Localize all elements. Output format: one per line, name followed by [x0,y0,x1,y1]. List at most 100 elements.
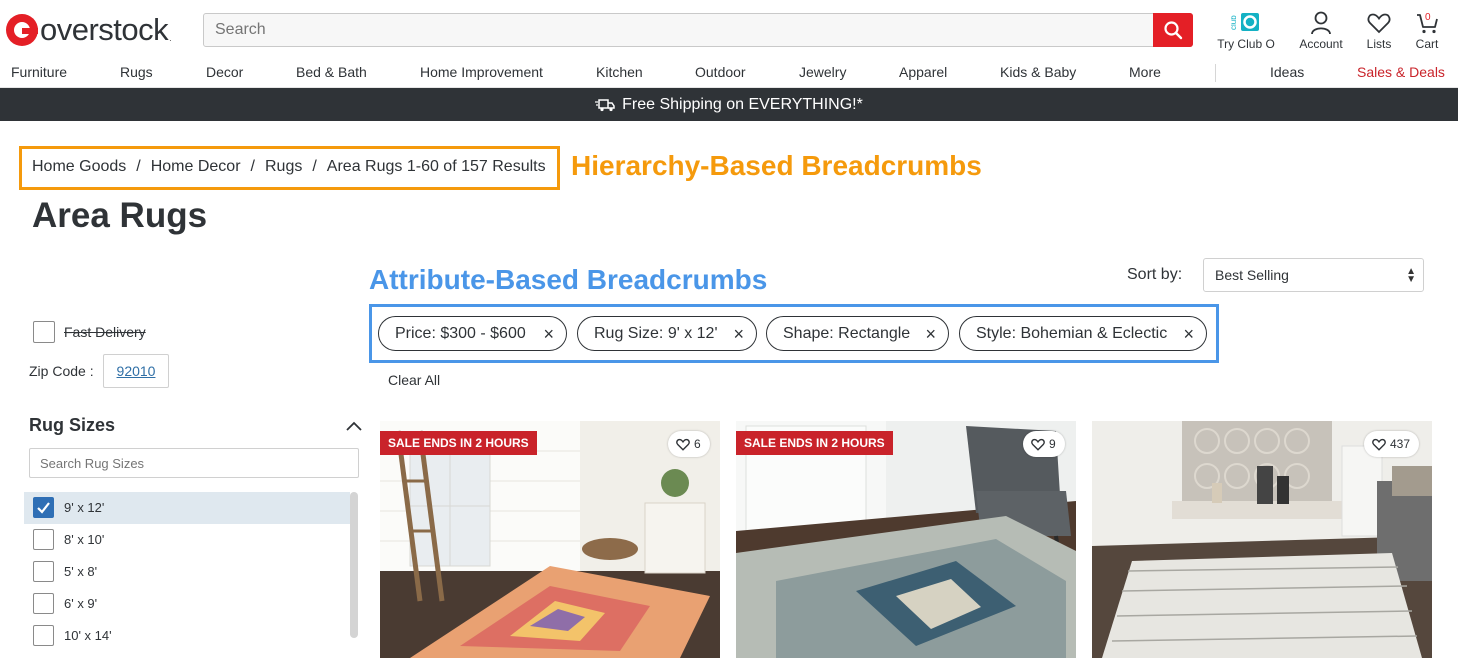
nav-item-outdoor[interactable]: Outdoor [695,64,746,80]
search-icon [1164,21,1183,40]
breadcrumb-home-decor[interactable]: Home Decor [151,158,241,175]
club-o-icon: club [1231,13,1259,31]
heart-icon [1031,438,1045,451]
nav-item-ideas[interactable]: Ideas [1270,64,1304,80]
checkbox[interactable] [33,529,54,550]
filter-chip-rug-size[interactable]: Rug Size: 9' x 12' × [577,316,757,351]
filter-chip-label: Style: Bohemian & Eclectic [976,324,1168,342]
cart-link[interactable]: 0 Cart [1412,11,1442,51]
rug-size-option[interactable]: 5' x 8' [24,556,350,588]
nav-item-home-improvement[interactable]: Home Improvement [420,64,543,80]
sale-badge: SALE ENDS IN 2 HOURS [380,431,537,455]
rug-size-option[interactable]: 8' x 10' [24,524,350,556]
sort-select[interactable]: Best Selling ▲ ▼ [1203,258,1424,292]
checkbox[interactable] [33,593,54,614]
nav-item-bed-bath[interactable]: Bed & Bath [296,64,367,80]
club-o-link[interactable]: club Try Club O [1214,11,1278,51]
rug-size-option[interactable]: 6' x 9' [24,588,350,620]
sort-label: Sort by: [1127,266,1183,283]
favorite-count: 437 [1390,437,1411,451]
breadcrumb: Home Goods / Home Decor / Rugs / Area Rugs 1-6… [32,158,546,176]
heart-icon [1372,438,1386,451]
nav-item-sales-deals[interactable]: Sales & Deals [1357,64,1445,80]
attribute-annotation: Attribute-Based Breadcrumbs [369,264,768,295]
zip-code-value: 92010 [116,363,156,379]
breadcrumb-home-goods[interactable]: Home Goods [32,158,126,175]
search-button[interactable] [1153,13,1193,47]
overstock-logo[interactable]: overstock . [6,13,172,47]
fast-delivery-checkbox[interactable] [33,321,55,343]
overstock-logo-mark-icon [6,14,38,46]
nav-item-kitchen[interactable]: Kitchen [596,64,643,80]
club-o-label: Try Club O [1217,37,1275,51]
product-card[interactable]: SALE ENDS IN 2 HOURS 9 [736,421,1076,658]
nav-item-rugs[interactable]: Rugs [120,64,153,80]
product-image [736,421,1076,658]
product-card[interactable]: 437 [1092,421,1432,658]
product-image [380,421,720,658]
heart-icon [1367,13,1391,34]
rug-sizes-title: Rug Sizes [29,415,116,435]
hierarchy-annotation: Hierarchy-Based Breadcrumbs [571,150,982,181]
checkmark-icon [37,502,50,514]
filter-chip-shape[interactable]: Shape: Rectangle × [766,316,949,351]
rug-sizes-search-input[interactable] [30,449,358,477]
product-card[interactable]: SALE ENDS IN 2 HOURS 6 [380,421,720,658]
account-label: Account [1299,37,1343,51]
filter-chip-price[interactable]: Price: $300 - $600 × [378,316,567,351]
breadcrumb-separator: / [312,158,317,175]
checkbox[interactable] [33,561,54,582]
filter-chip-style[interactable]: Style: Bohemian & Eclectic × [959,316,1207,351]
close-icon[interactable]: × [733,325,744,343]
filter-chip-label: Price: $300 - $600 [395,324,526,342]
rug-size-label: 8' x 10' [64,532,105,547]
page-title: Area Rugs [32,196,208,235]
nav-item-kids-baby[interactable]: Kids & Baby [1000,64,1076,80]
favorite-count: 9 [1049,437,1056,451]
checkbox[interactable] [33,625,54,646]
checkbox-checked[interactable] [33,497,54,518]
cart-label: Cart [1415,37,1439,51]
favorite-button[interactable]: 437 [1364,431,1420,457]
close-icon[interactable]: × [925,325,936,343]
sort-value: Best Selling [1215,267,1289,283]
lists-link[interactable]: Lists [1362,11,1396,51]
rug-sizes-list: 9' x 12' 8' x 10' 5' x 8' 6' x 9' 10' x … [24,492,350,658]
breadcrumb-rugs[interactable]: Rugs [265,158,302,175]
account-link[interactable]: Account [1296,11,1346,51]
close-icon[interactable]: × [543,325,554,343]
lists-label: Lists [1366,37,1392,51]
rug-size-label: 6' x 9' [64,596,98,611]
filter-chip-label: Rug Size: 9' x 12' [594,324,718,342]
rug-size-option[interactable]: 9' x 12' [24,492,350,524]
promo-banner[interactable]: Free Shipping on EVERYTHING!* [0,88,1458,121]
shipping-truck-icon [595,98,615,111]
nav-item-apparel[interactable]: Apparel [899,64,947,80]
sale-badge: SALE ENDS IN 2 HOURS [736,431,893,455]
zip-code-field[interactable]: 92010 [103,354,169,388]
nav-item-jewelry[interactable]: Jewelry [799,64,846,80]
filter-chip-label: Shape: Rectangle [783,324,911,342]
rug-size-label: 5' x 8' [64,564,98,579]
site-header: overstock . club Try Club O [0,0,1458,60]
rug-size-label: 9' x 12' [64,500,105,515]
favorite-button[interactable]: 6 [668,431,710,457]
club-badge-text: club [1231,15,1238,30]
breadcrumb-current: Area Rugs 1-60 of 157 Results [326,158,546,175]
search-input[interactable] [204,14,1154,46]
logo-dot: . [169,33,172,43]
logo-text: overstock [40,12,169,47]
rug-size-option[interactable]: 10' x 14' [24,620,350,652]
close-icon[interactable]: × [1183,325,1194,343]
clear-all-link[interactable]: Clear All [388,372,440,388]
nav-item-more[interactable]: More [1129,64,1161,80]
heart-icon [676,438,690,451]
nav-item-furniture[interactable]: Furniture [11,64,67,80]
nav-item-decor[interactable]: Decor [206,64,243,80]
rug-size-label: 10' x 14' [64,628,112,643]
chevron-up-icon[interactable] [344,416,364,436]
fast-delivery-label: Fast Delivery [64,324,146,340]
breadcrumb-separator: / [250,158,255,175]
favorite-button[interactable]: 9 [1023,431,1065,457]
rug-sizes-scrollbar[interactable] [350,492,358,638]
